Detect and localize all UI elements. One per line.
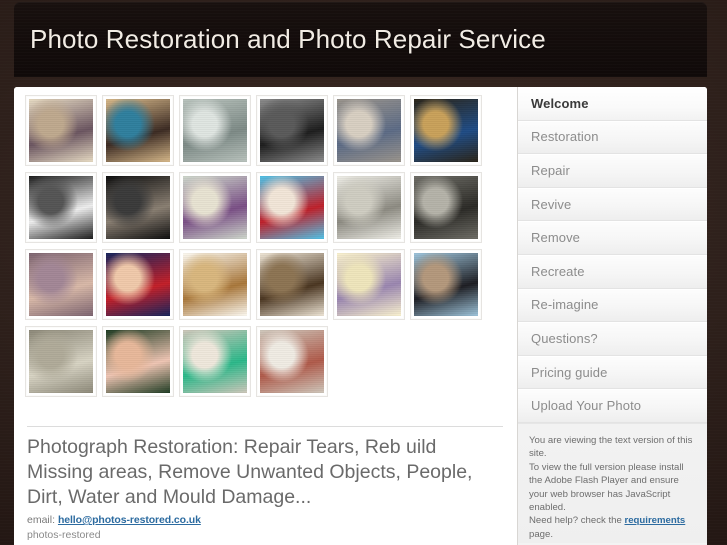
sidebar-item-remove[interactable]: Remove — [518, 221, 707, 255]
sidebar-item-label: Remove — [531, 230, 581, 246]
notice-help-suffix: page. — [529, 528, 554, 540]
sidebar-item-label: Questions? — [531, 330, 598, 346]
gallery-thumbnail[interactable] — [25, 249, 97, 320]
text-version-notice: You are viewing the text version of this… — [518, 422, 707, 543]
gallery-thumbnail[interactable] — [256, 95, 328, 166]
contact-block: email: hello@photos-restored.co.uk photo… — [27, 513, 497, 545]
requirements-link[interactable]: requirements — [624, 515, 685, 526]
sidebar-item-label: Repair — [531, 162, 570, 178]
business-name: photos-restored — [27, 529, 101, 541]
site-header: Photo Restoration and Photo Repair Servi… — [14, 2, 707, 77]
main-content: Photograph Restoration: Repair Tears, Re… — [14, 87, 517, 545]
sidebar-item-revive[interactable]: Revive — [518, 187, 707, 222]
thumbnail-image — [29, 253, 93, 316]
sidebar-nav: Welcome Restoration Repair Revive Remove Recr… — [517, 87, 707, 545]
gallery-thumbnail[interactable] — [410, 249, 482, 320]
thumbnail-image — [337, 253, 401, 316]
sidebar-item-label: Welcome — [531, 95, 589, 111]
gallery-thumbnail[interactable] — [256, 326, 328, 397]
thumbnail-image — [260, 176, 324, 239]
email-row: email: hello@photos-restored.co.uk — [27, 513, 497, 528]
gallery-thumbnail[interactable] — [179, 326, 251, 397]
gallery-thumbnail[interactable] — [410, 172, 482, 243]
thumbnail-image — [260, 253, 324, 316]
thumbnail-image — [106, 330, 170, 393]
content-divider — [27, 426, 503, 427]
gallery-thumbnail[interactable] — [333, 95, 405, 166]
gallery-thumbnail[interactable] — [102, 95, 174, 166]
notice-line-3: Need help? check the requirements page. — [529, 514, 696, 541]
thumbnail-image — [414, 253, 478, 316]
site-shell: Photo Restoration and Photo Repair Servi… — [14, 2, 707, 545]
sidebar-item-welcome[interactable]: Welcome — [518, 87, 707, 121]
gallery-thumbnail[interactable] — [179, 172, 251, 243]
thumbnail-image — [183, 176, 247, 239]
email-link[interactable]: hello@photos-restored.co.uk — [58, 514, 201, 526]
sidebar-item-pricing-guide[interactable]: Pricing guide — [518, 355, 707, 390]
sidebar-item-recreate[interactable]: Recreate — [518, 254, 707, 289]
gallery-thumbnail[interactable] — [25, 95, 97, 166]
thumbnail-image — [337, 99, 401, 162]
thumbnail-image — [183, 99, 247, 162]
notice-line-2: To view the full version please install … — [529, 461, 684, 513]
gallery-thumbnail[interactable] — [333, 249, 405, 320]
thumbnail-image — [260, 99, 324, 162]
thumbnail-image — [29, 330, 93, 393]
gallery-thumbnail[interactable] — [256, 172, 328, 243]
thumbnail-image — [337, 176, 401, 239]
gallery-thumbnail[interactable] — [25, 326, 97, 397]
sidebar-item-repair[interactable]: Repair — [518, 154, 707, 188]
sidebar-item-upload-your-photo[interactable]: Upload Your Photo — [518, 389, 707, 423]
email-label: email: — [27, 514, 56, 526]
thumbnail-image — [183, 330, 247, 393]
notice-line-1: You are viewing the text version of this… — [529, 434, 693, 460]
thumbnail-image — [106, 99, 170, 162]
sidebar-item-label: Pricing guide — [531, 364, 608, 380]
gallery-thumbnail[interactable] — [102, 172, 174, 243]
thumbnail-image — [106, 176, 170, 239]
gallery-thumbnail[interactable] — [256, 249, 328, 320]
sidebar-item-list: Welcome Restoration Repair Revive Remove Recr… — [518, 87, 707, 423]
sidebar-item-questions[interactable]: Questions? — [518, 322, 707, 356]
sidebar-item-label: Recreate — [531, 263, 585, 279]
thumbnail-image — [29, 99, 93, 162]
sidebar-item-label: Revive — [531, 196, 572, 212]
sidebar-item-label: Restoration — [531, 129, 599, 145]
photo-gallery — [14, 87, 517, 403]
sidebar-item-re-imagine[interactable]: Re-imagine — [518, 288, 707, 323]
content-panel: Photograph Restoration: Repair Tears, Re… — [14, 87, 707, 545]
thumbnail-image — [260, 330, 324, 393]
sidebar-item-label: Re-imagine — [531, 297, 599, 313]
gallery-thumbnail[interactable] — [333, 172, 405, 243]
thumbnail-image — [414, 176, 478, 239]
notice-help-prefix: Need help? check the — [529, 515, 625, 527]
gallery-thumbnail[interactable] — [410, 95, 482, 166]
sidebar-item-restoration[interactable]: Restoration — [518, 120, 707, 155]
lead-heading: Photograph Restoration: Repair Tears, Re… — [27, 436, 473, 508]
gallery-thumbnail[interactable] — [179, 95, 251, 166]
thumbnail-image — [106, 253, 170, 316]
gallery-thumbnail[interactable] — [102, 249, 174, 320]
sidebar-item-label: Upload Your Photo — [531, 398, 642, 414]
thumbnail-image — [414, 99, 478, 162]
gallery-thumbnail[interactable] — [179, 249, 251, 320]
gallery-thumbnail[interactable] — [102, 326, 174, 397]
page-title: Photo Restoration and Photo Repair Servi… — [30, 24, 546, 54]
thumbnail-image — [29, 176, 93, 239]
gallery-thumbnail[interactable] — [25, 172, 97, 243]
thumbnail-image — [183, 253, 247, 316]
